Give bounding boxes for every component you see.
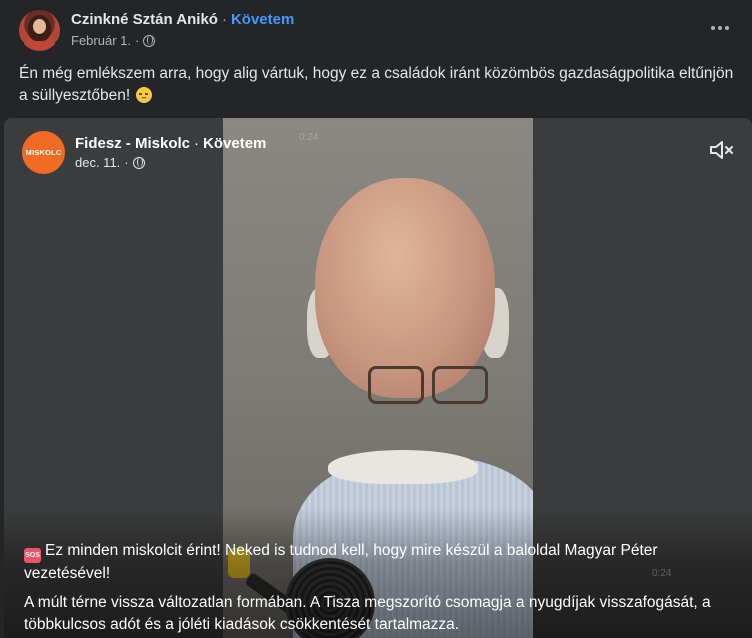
author-avatar[interactable]: [19, 10, 60, 51]
page-meta: dec. 11. ·: [75, 155, 145, 170]
separator: ·: [221, 11, 227, 28]
separator: ·: [194, 135, 200, 152]
caption-text-2: A múlt térne vissza változatlan formában…: [24, 594, 711, 633]
post-date[interactable]: Február 1.: [71, 33, 131, 48]
author-name-line: Czinkné Sztán Anikó · Követem: [71, 11, 294, 28]
author-name[interactable]: Czinkné Sztán Anikó: [71, 11, 218, 28]
sos-icon: SOS: [24, 548, 41, 563]
page-avatar[interactable]: MISKOLC: [22, 131, 65, 174]
dot-icon: [711, 26, 715, 30]
shared-post-card[interactable]: MISKOLC Fidesz - Miskolc · Követem dec. 11…: [4, 118, 752, 638]
video-caption-1: SOS Ez minden miskolcit érint! Neked is t…: [24, 540, 724, 585]
more-options-button[interactable]: [702, 14, 738, 42]
separator: ·: [124, 155, 129, 170]
globe-icon: [132, 156, 145, 169]
post-body: Én még emlékszem arra, hogy alig vártuk,…: [19, 65, 734, 104]
separator: ·: [134, 33, 140, 48]
dot-icon: [725, 26, 729, 30]
page-name-line: Fidesz - Miskolc · Követem: [75, 135, 266, 152]
mute-icon[interactable]: [708, 138, 734, 162]
page-follow-button[interactable]: Követem: [203, 135, 266, 152]
disappointed-face-icon: [136, 87, 153, 103]
video-caption-2: A múlt térne vissza változatlan formában…: [24, 592, 724, 636]
shared-date[interactable]: dec. 11.: [75, 155, 120, 170]
video-time: 0:24: [299, 132, 319, 143]
dot-icon: [718, 26, 722, 30]
post-meta: Február 1. ·: [71, 33, 156, 48]
follow-button[interactable]: Követem: [231, 11, 294, 28]
globe-icon: [143, 34, 156, 47]
page-name[interactable]: Fidesz - Miskolc: [75, 135, 190, 152]
post-header: Czinkné Sztán Anikó · Követem Február 1. ·: [0, 0, 752, 60]
post-text: Én még emlékszem arra, hogy alig vártuk,…: [19, 63, 739, 107]
caption-text-1: Ez minden miskolcit érint! Neked is tudn…: [24, 542, 658, 582]
